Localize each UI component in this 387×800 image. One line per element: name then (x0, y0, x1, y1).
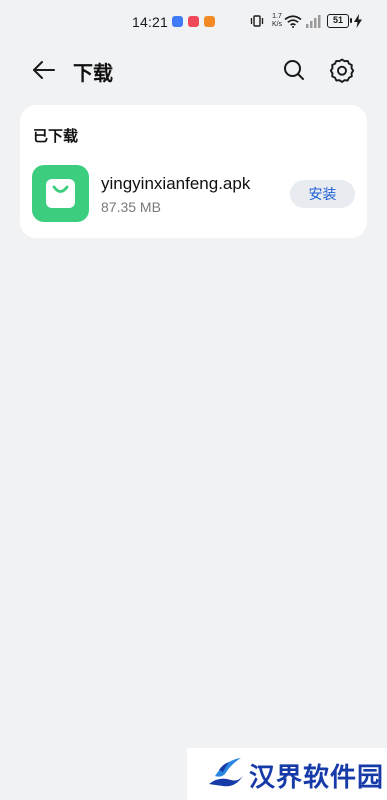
app-icon (32, 165, 89, 222)
page-title: 下载 (73, 63, 113, 85)
app-header: 下载 (0, 48, 387, 92)
status-time: 14:21 (132, 14, 169, 30)
file-size: 87.35 MB (101, 199, 161, 215)
shopping-bag-icon (46, 179, 75, 208)
cellular-signal-icon (306, 15, 321, 28)
watermark-text: 汉界软件园 (249, 762, 385, 792)
search-icon (284, 60, 304, 80)
back-button[interactable] (30, 56, 58, 84)
search-button[interactable] (280, 56, 308, 84)
install-button[interactable]: 安装 (290, 180, 355, 208)
section-title-downloaded: 已下载 (33, 128, 79, 145)
notification-app-icon (204, 16, 215, 27)
wifi-icon (284, 15, 302, 28)
watermark-logo-icon (209, 758, 243, 787)
charging-bolt-icon (354, 14, 362, 28)
file-name: yingyinxianfeng.apk (101, 174, 251, 193)
vibrate-icon (250, 15, 264, 27)
battery-indicator: 51 (327, 14, 352, 28)
status-bar: 14:21 1.7 K/s 51 (0, 0, 387, 44)
downloaded-card: 已下载 yingyinxianfeng.apk 87.35 MB 安装 (20, 105, 367, 238)
watermark: 汉界软件园 (187, 748, 387, 800)
network-speed: 1.7 K/s (271, 13, 283, 28)
gear-icon (329, 58, 355, 83)
back-arrow-icon (33, 61, 55, 79)
notification-app-icon (172, 16, 183, 27)
notification-app-icon (188, 16, 199, 27)
settings-button[interactable] (328, 56, 356, 84)
